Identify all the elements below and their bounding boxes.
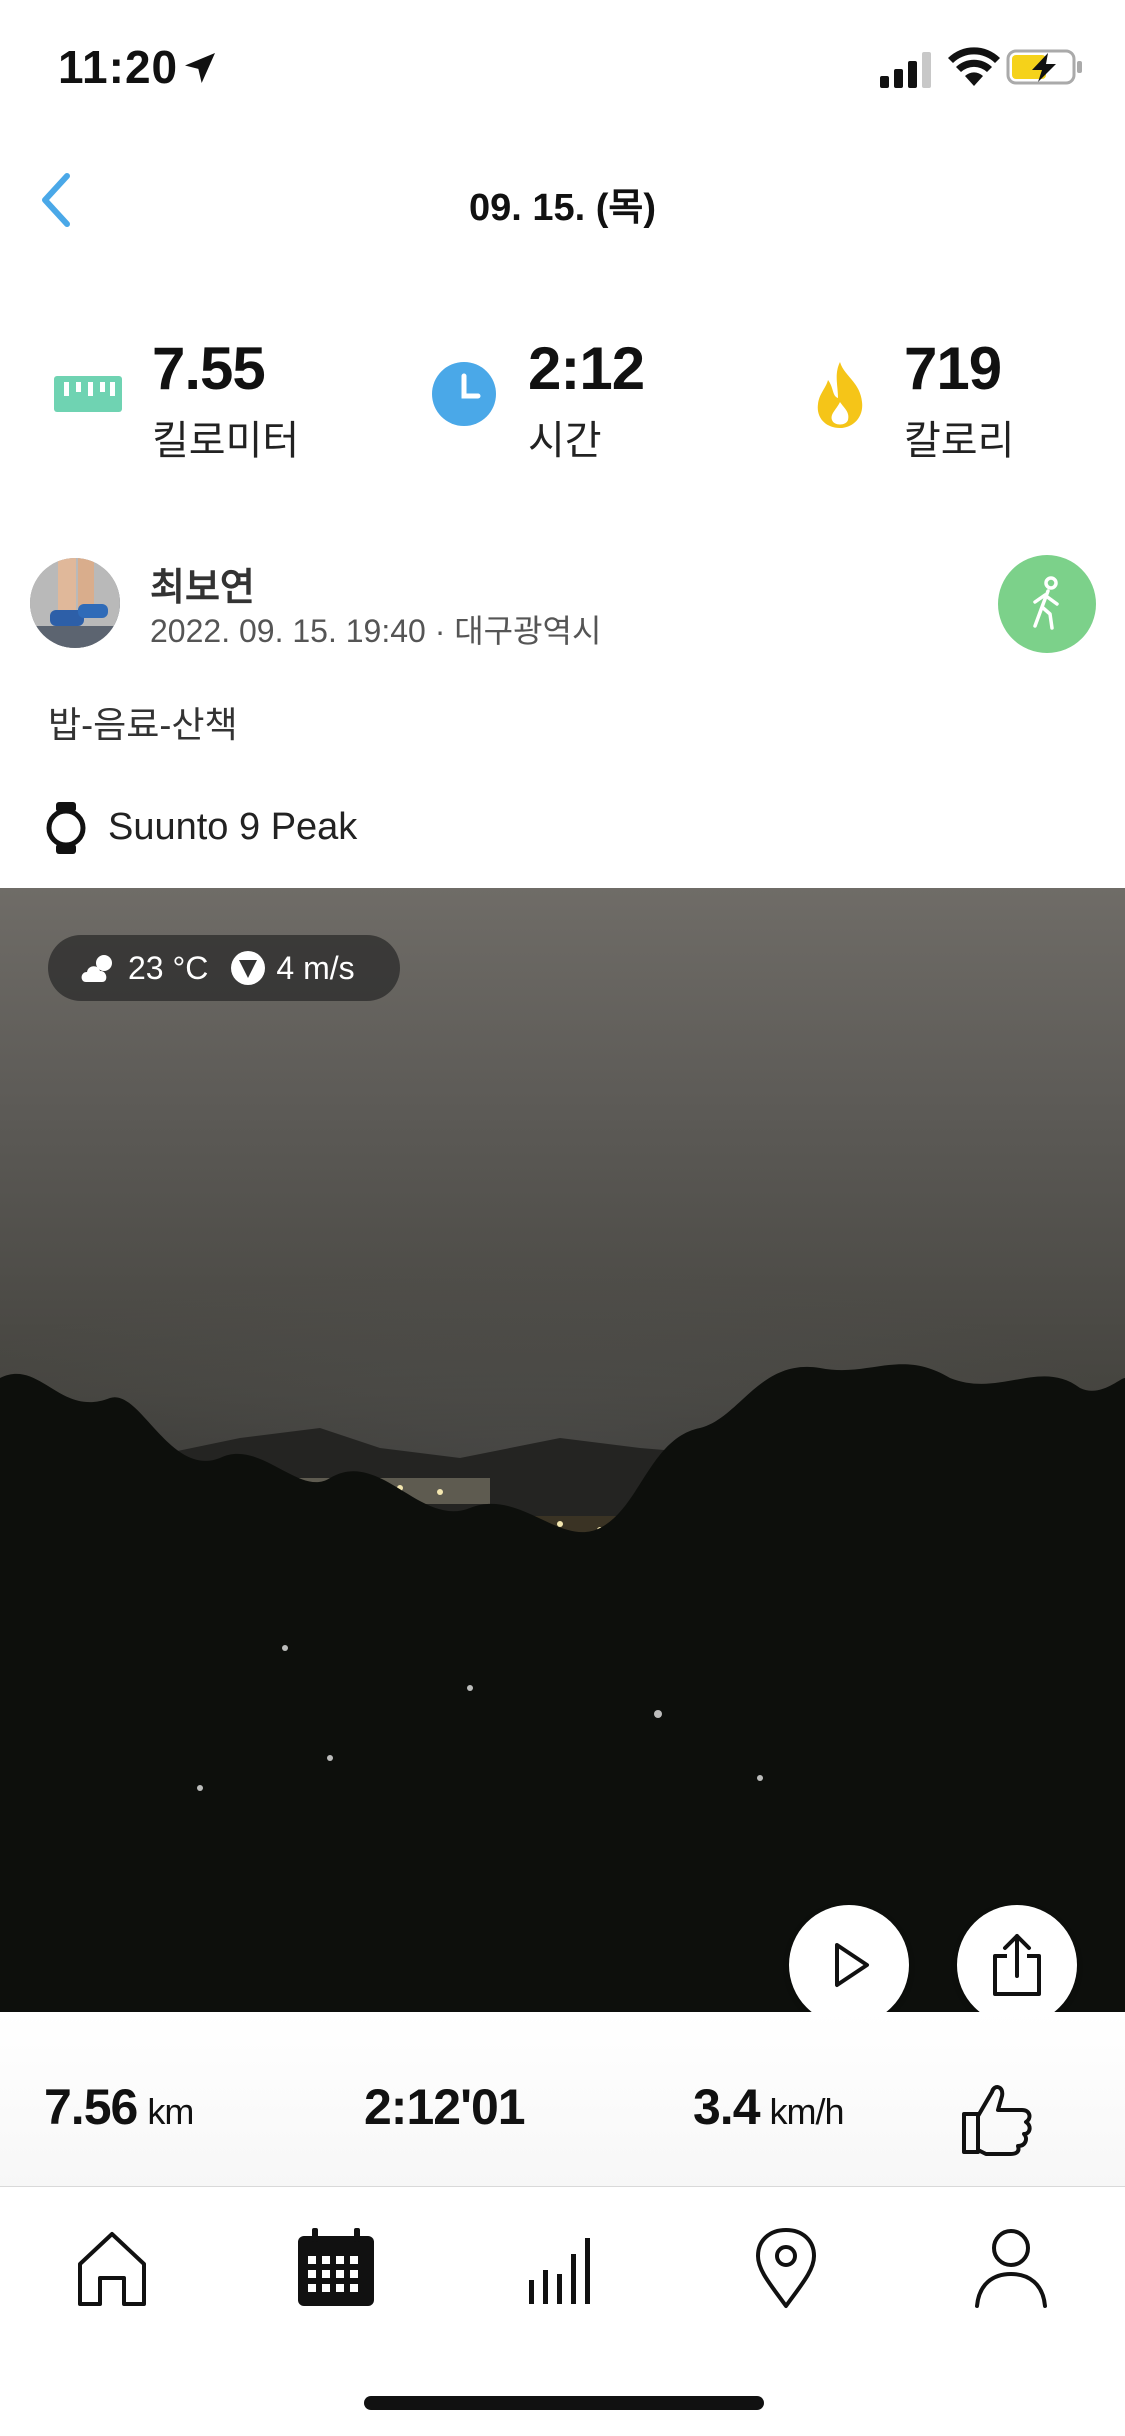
ruler-icon bbox=[54, 376, 122, 412]
bar-chart-icon bbox=[529, 2238, 590, 2304]
status-bar: 11:20 bbox=[0, 0, 1125, 140]
battery-charging-icon bbox=[1006, 49, 1082, 85]
bottom-speed: 3.4 km/h bbox=[693, 2078, 845, 2136]
activity-photo[interactable]: 23 °C 4 m/s bbox=[0, 888, 1125, 2012]
page-title: 09. 15. (목) bbox=[468, 187, 657, 229]
cloudy-icon bbox=[81, 955, 112, 982]
cellular-signal-icon bbox=[880, 52, 931, 88]
wind-text: 4 m/s bbox=[276, 949, 355, 986]
home-indicator bbox=[364, 2396, 764, 2410]
bottom-distance: 7.56 km bbox=[44, 2078, 194, 2136]
tab-home[interactable] bbox=[62, 2218, 162, 2318]
tab-calendar[interactable] bbox=[286, 2218, 386, 2318]
bottom-speed-value: 3.4 bbox=[693, 2079, 761, 2135]
distance-label: 킬로미터 bbox=[152, 419, 300, 463]
clock-icon bbox=[432, 362, 496, 426]
calendar-icon bbox=[298, 2228, 374, 2306]
calories-label: 칼로리 bbox=[904, 419, 1015, 463]
user-name[interactable]: 최보연 bbox=[150, 556, 255, 611]
tab-bar bbox=[0, 2188, 1125, 2348]
tab-profile[interactable] bbox=[961, 2218, 1061, 2318]
device-name: Suunto 9 Peak bbox=[108, 806, 358, 848]
weather-pill: 23 °C 4 m/s bbox=[48, 935, 400, 1001]
bottom-distance-unit: km bbox=[147, 2091, 194, 2132]
distance-value: 7.55 bbox=[152, 335, 266, 402]
status-time: 11:20 bbox=[58, 41, 179, 93]
calories-stat: 719 칼로리 bbox=[750, 330, 1125, 470]
profile-icon bbox=[975, 2229, 1047, 2308]
map-pin-icon bbox=[756, 2228, 816, 2308]
tab-map[interactable] bbox=[736, 2218, 836, 2318]
location-arrow-icon bbox=[185, 53, 215, 83]
post-description: 밥-음료-산책 bbox=[48, 704, 238, 745]
watch-icon bbox=[46, 802, 86, 854]
tab-statistics[interactable] bbox=[511, 2218, 611, 2318]
post-meta: 2022. 09. 15. 19:40 · 대구광역시 bbox=[150, 613, 602, 649]
bottom-speed-unit: km/h bbox=[769, 2091, 845, 2132]
share-icon bbox=[993, 1934, 1041, 1996]
distance-stat: 7.55 킬로미터 bbox=[0, 330, 375, 470]
flame-icon bbox=[817, 362, 863, 428]
time-stat: 2:12 시간 bbox=[375, 330, 750, 470]
summary-stats: 7.55 킬로미터 2:12 시간 719 칼로리 bbox=[0, 330, 1125, 470]
bottom-duration: 2:12'01 bbox=[364, 2079, 526, 2135]
temperature-text: 23 °C bbox=[128, 949, 209, 986]
bottom-distance-value: 7.56 bbox=[44, 2079, 138, 2135]
activity-type-badge bbox=[998, 555, 1096, 653]
calories-value: 719 bbox=[904, 335, 1002, 402]
bottom-stats-bar: 7.56 km 2:12'01 3.4 km/h bbox=[0, 2012, 1125, 2187]
avatar-image bbox=[30, 558, 120, 648]
thumbs-up-icon[interactable] bbox=[956, 2078, 1036, 2158]
play-icon bbox=[835, 1943, 869, 1987]
time-label: 시간 bbox=[528, 419, 602, 463]
trees-illustration bbox=[0, 1364, 1125, 2012]
wind-direction-icon bbox=[231, 951, 266, 985]
wifi-icon bbox=[948, 47, 1000, 86]
home-icon bbox=[78, 2232, 146, 2306]
avatar[interactable] bbox=[30, 558, 120, 648]
time-value: 2:12 bbox=[528, 335, 645, 402]
walking-icon bbox=[1033, 576, 1059, 630]
